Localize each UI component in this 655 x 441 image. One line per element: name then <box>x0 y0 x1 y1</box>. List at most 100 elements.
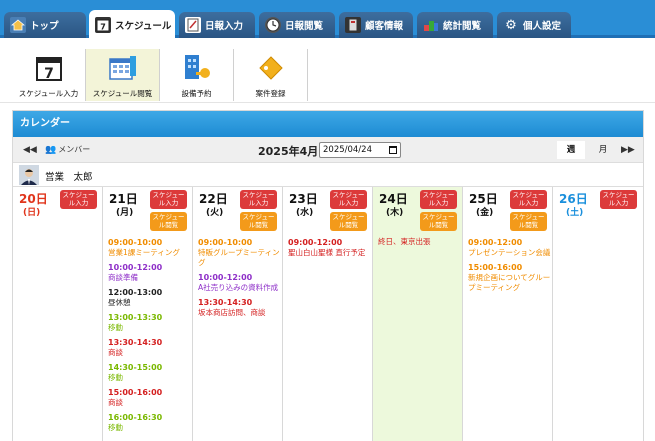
tag-icon <box>256 53 286 83</box>
calendar-nav: ◀◀ 👥 メンバー 2025年4月 2025/04/24 週 月 ▶▶ <box>13 137 643 163</box>
project-register-button[interactable]: 案件登録 <box>234 49 308 101</box>
schedule-view-day-button[interactable]: スケジュール閲覧 <box>240 212 277 231</box>
tab-customer-info[interactable]: 顧客情報 <box>339 12 413 38</box>
date-input[interactable]: 2025/04/24 <box>319 142 401 158</box>
schedule-view-day-button[interactable]: スケジュール閲覧 <box>150 212 187 231</box>
schedule-input-day-button[interactable]: スケジュール入力 <box>510 190 547 209</box>
event-list: 09:00-12:00 プレゼンテーション会議 15:00-16:00 新規企画につい… <box>468 237 552 297</box>
event-item[interactable]: 14:30-15:00 移動 <box>108 362 192 383</box>
event-time: 13:30-14:30 <box>108 338 163 347</box>
user-name[interactable]: 営業 太郎 <box>45 169 93 183</box>
sub-toolbar: 7 スケジュール入力 スケジュール閲覧 設備予約 案件登録 <box>0 41 655 103</box>
event-time: 09:00-12:00 <box>468 238 523 247</box>
tab-statistics[interactable]: 統計閲覧 <box>417 12 493 38</box>
event-description: 新規企画についてグループミーティング <box>468 273 551 292</box>
event-description: 移動 <box>108 373 123 382</box>
calendar-7-icon: 7 <box>34 53 64 83</box>
event-time: 13:30-14:30 <box>198 298 253 307</box>
tab-report-view[interactable]: 日報閲覧 <box>259 12 335 38</box>
customer-icon <box>345 17 361 33</box>
event-description: 坂本商店訪問、商談 <box>198 308 266 317</box>
event-list: 09:00-10:00 営業1課ミーティング 10:00-12:00 商談準備 12:0… <box>108 237 192 437</box>
event-list: 終日、東京出張 <box>378 237 462 251</box>
event-description: 営業1課ミーティング <box>108 248 180 257</box>
clock-icon <box>265 17 281 33</box>
people-icon: 👥 <box>45 144 57 155</box>
event-description: 特販グループミーティング <box>198 248 280 267</box>
tab-schedule[interactable]: 7 スケジュール <box>89 10 175 39</box>
day-column: 20日 (日) スケジュール入力 <box>13 187 103 441</box>
schedule-view-day-button[interactable]: スケジュール閲覧 <box>420 212 457 231</box>
event-time: 09:00-12:00 <box>288 238 343 247</box>
day-column: 22日 (火) スケジュール入力 スケジュール閲覧 09:00-10:00 特販グループミ… <box>193 187 283 441</box>
day-of-week: (日) <box>23 208 41 218</box>
day-of-week: (土) <box>566 208 584 218</box>
month-view-button[interactable]: 月 <box>593 141 613 159</box>
event-description: A社売り込みの資料作成 <box>198 283 279 292</box>
facility-reservation-button[interactable]: 設備予約 <box>160 49 234 101</box>
report-icon <box>185 17 201 33</box>
tab-report-input[interactable]: 日報入力 <box>179 12 255 38</box>
event-time: 15:00-16:00 <box>108 388 163 397</box>
previous-week-button[interactable]: ◀◀ <box>23 145 37 155</box>
user-row: 営業 太郎 <box>13 163 643 187</box>
event-item[interactable]: 13:00-13:30 移動 <box>108 312 192 333</box>
event-item[interactable]: 15:00-16:00 商談 <box>108 387 192 408</box>
week-view-button[interactable]: 週 <box>557 141 585 159</box>
app-root: トップ 7 スケジュール 日報入力 日報閲覧 顧客情報 統計閲覧 ⚙ 個人設定 … <box>0 0 655 441</box>
main-tab-bar: トップ 7 スケジュール 日報入力 日報閲覧 顧客情報 統計閲覧 ⚙ 個人設定 <box>0 0 655 39</box>
svg-text:7: 7 <box>100 22 106 31</box>
schedule-input-day-button[interactable]: スケジュール入力 <box>330 190 367 209</box>
event-description: 終日、東京出張 <box>378 237 431 246</box>
schedule-view-button[interactable]: スケジュール閲覧 <box>86 49 160 101</box>
schedule-input-day-button[interactable]: スケジュール入力 <box>60 190 97 209</box>
event-description: 聖山白山聖様 直行予定 <box>288 248 366 257</box>
gear-icon: ⚙ <box>505 17 517 33</box>
day-column: 24日 (木) スケジュール入力 スケジュール閲覧 終日、東京出張 <box>373 187 463 441</box>
tab-personal-settings[interactable]: ⚙ 個人設定 <box>497 12 571 38</box>
schedule-input-day-button[interactable]: スケジュール入力 <box>240 190 277 209</box>
next-week-button[interactable]: ▶▶ <box>621 145 635 155</box>
event-item[interactable]: 09:00-10:00 特販グループミーティング <box>198 237 282 268</box>
event-time: 09:00-10:00 <box>198 238 253 247</box>
member-select-button[interactable]: 👥 メンバー <box>45 144 90 155</box>
day-column: 21日 (月) スケジュール入力 スケジュール閲覧 09:00-10:00 営業1課ミーテ… <box>103 187 193 441</box>
day-column: 23日 (水) スケジュール入力 スケジュール閲覧 09:00-12:00 聖山白山聖様 … <box>283 187 373 441</box>
event-description: 移動 <box>108 423 123 432</box>
event-item[interactable]: 10:00-12:00 A社売り込みの資料作成 <box>198 272 282 293</box>
schedule-input-day-button[interactable]: スケジュール入力 <box>600 190 637 209</box>
event-item[interactable]: 13:30-14:30 坂本商店訪問、商談 <box>198 297 282 318</box>
day-of-week: (木) <box>386 208 404 218</box>
event-item[interactable]: 15:00-16:00 新規企画についてグループミーティング <box>468 262 552 293</box>
event-item[interactable]: 09:00-12:00 プレゼンテーション会議 <box>468 237 552 258</box>
event-item[interactable]: 13:30-14:30 商談 <box>108 337 192 358</box>
tab-top[interactable]: トップ <box>4 12 86 38</box>
house-icon <box>10 17 26 33</box>
date-picker-icon[interactable] <box>389 146 397 154</box>
event-time: 14:30-15:00 <box>108 363 163 372</box>
schedule-view-day-button[interactable]: スケジュール閲覧 <box>510 212 547 231</box>
event-item[interactable]: 終日、東京出張 <box>378 237 462 247</box>
schedule-view-day-button[interactable]: スケジュール閲覧 <box>330 212 367 231</box>
event-item[interactable]: 10:00-12:00 商談準備 <box>108 262 192 283</box>
event-item[interactable]: 16:00-16:30 移動 <box>108 412 192 433</box>
facility-key-icon <box>182 53 212 83</box>
event-time: 09:00-10:00 <box>108 238 163 247</box>
event-item[interactable]: 12:00-13:00 昼休憩 <box>108 287 192 308</box>
event-item[interactable]: 09:00-12:00 聖山白山聖様 直行予定 <box>288 237 372 258</box>
event-time: 10:00-12:00 <box>108 263 163 272</box>
event-time: 13:00-13:30 <box>108 313 163 322</box>
schedule-input-day-button[interactable]: スケジュール入力 <box>420 190 457 209</box>
event-description: 昼休憩 <box>108 298 131 307</box>
event-time: 10:00-12:00 <box>198 273 253 282</box>
current-month: 2025年4月 <box>258 145 319 158</box>
event-time: 15:00-16:00 <box>468 263 523 272</box>
stats-icon <box>423 17 439 33</box>
schedule-input-day-button[interactable]: スケジュール入力 <box>150 190 187 209</box>
schedule-input-button[interactable]: 7 スケジュール入力 <box>12 49 86 101</box>
event-list: 09:00-12:00 聖山白山聖様 直行予定 <box>288 237 372 262</box>
event-time: 16:00-16:30 <box>108 413 163 422</box>
day-of-week: (火) <box>206 208 224 218</box>
event-item[interactable]: 09:00-10:00 営業1課ミーティング <box>108 237 192 258</box>
calendar-grid-icon <box>108 53 138 83</box>
